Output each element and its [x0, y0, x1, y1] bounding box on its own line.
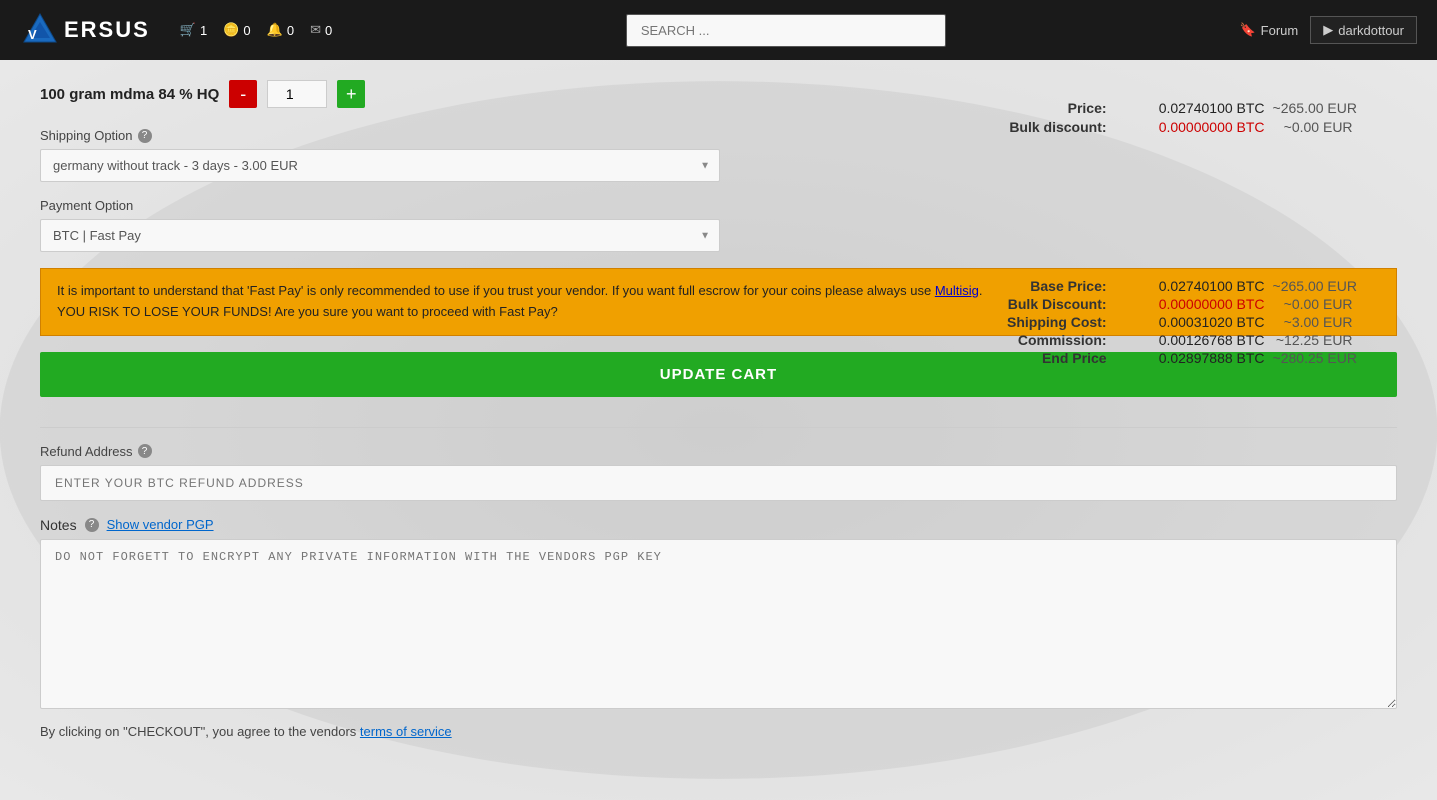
shipping-select-wrapper: germany without track - 3 days - 3.00 EU… [40, 149, 720, 182]
end-price-label: End Price [977, 350, 1107, 366]
main-content: 100 gram mdma 84 % HQ - + Price: 0.02740… [0, 60, 1437, 800]
header-right: 🔖 Forum ▶ darkdottour [1239, 16, 1417, 44]
end-price-eur: ~280.25 EUR [1273, 350, 1357, 366]
multisig-link[interactable]: Multisig [935, 283, 979, 298]
show-vendor-pgp-link[interactable]: Show vendor PGP [107, 517, 214, 532]
header-nav: 🛒 1 🪙 0 🔔 0 ✉ 0 [180, 22, 332, 38]
terms-of-service-link[interactable]: terms of service [360, 724, 452, 739]
bell-icon: 🔔 [267, 22, 283, 38]
quantity-minus-button[interactable]: - [229, 80, 257, 108]
notifications-nav[interactable]: 🔔 0 [267, 22, 294, 38]
quantity-input-wrap [267, 80, 327, 108]
forum-label: Forum [1261, 23, 1299, 38]
product-name: 100 gram mdma 84 % HQ [40, 86, 219, 103]
payment-select[interactable]: BTC | Fast Pay [40, 219, 720, 252]
search-input[interactable] [626, 14, 946, 47]
header-search [352, 14, 1219, 47]
base-price-btc: 0.02740100 BTC [1115, 278, 1265, 294]
base-price-row: Base Price: 0.02740100 BTC ~265.00 EUR [977, 278, 1357, 294]
refund-label-text: Refund Address [40, 444, 133, 459]
bottom-note: By clicking on "CHECKOUT", you agree to … [40, 724, 1397, 739]
logo-icon: V [20, 10, 60, 50]
summary-bulk-discount-row: Bulk Discount: 0.00000000 BTC ~0.00 EUR [977, 296, 1357, 312]
form-section: Shipping Option ? germany without track … [40, 128, 1397, 739]
svg-text:V: V [28, 27, 37, 42]
cart-count: 1 [200, 23, 207, 38]
notes-textarea[interactable] [40, 539, 1397, 709]
coins-nav[interactable]: 🪙 0 [223, 22, 250, 38]
payment-select-wrapper: BTC | Fast Pay [40, 219, 720, 252]
shipping-cost-eur: ~3.00 EUR [1273, 314, 1353, 330]
notes-label-text: Notes [40, 517, 77, 533]
base-price-label: Base Price: [977, 278, 1107, 294]
cart-icon: 🛒 [180, 22, 196, 38]
summary-bulk-discount-btc: 0.00000000 BTC [1115, 296, 1265, 312]
cart-nav[interactable]: 🛒 1 [180, 22, 207, 38]
notes-section: Notes ? Show vendor PGP [40, 517, 1397, 712]
commission-row: Commission: 0.00126768 BTC ~12.25 EUR [977, 332, 1357, 348]
coins-count: 0 [243, 23, 250, 38]
messages-nav[interactable]: ✉ 0 [310, 22, 332, 38]
forum-button[interactable]: 🔖 Forum [1239, 22, 1298, 38]
shipping-cost-btc: 0.00031020 BTC [1115, 314, 1265, 330]
coins-icon: 🪙 [223, 22, 239, 38]
price-summary: Base Price: 0.02740100 BTC ~265.00 EUR B… [977, 278, 1357, 368]
logo[interactable]: V ERSUS [20, 10, 150, 50]
price-btc: 0.02740100 BTC [1115, 100, 1265, 116]
shipping-cost-label: Shipping Cost: [977, 314, 1107, 330]
notes-help-icon[interactable]: ? [85, 518, 99, 532]
commission-label: Commission: [977, 332, 1107, 348]
refund-address-input[interactable] [40, 465, 1397, 501]
shipping-select[interactable]: germany without track - 3 days - 3.00 EU… [40, 149, 720, 182]
summary-bulk-discount-label: Bulk Discount: [977, 296, 1107, 312]
warning-text-1: It is important to understand that 'Fast… [57, 283, 935, 298]
shipping-help-icon[interactable]: ? [138, 129, 152, 143]
product-row: 100 gram mdma 84 % HQ - + Price: 0.02740… [40, 80, 1397, 108]
logo-text: ERSUS [64, 17, 150, 43]
quantity-plus-button[interactable]: + [337, 80, 365, 108]
notes-label-row: Notes ? Show vendor PGP [40, 517, 1397, 533]
quantity-input[interactable] [267, 80, 327, 108]
end-price-btc: 0.02897888 BTC [1115, 350, 1265, 366]
user-button[interactable]: ▶ darkdottour [1310, 16, 1417, 44]
footer-text: By clicking on "CHECKOUT", you agree to … [40, 724, 360, 739]
bookmark-icon: 🔖 [1239, 22, 1255, 38]
shipping-label-text: Shipping Option [40, 128, 133, 143]
refund-label: Refund Address ? [40, 444, 1397, 459]
header: V ERSUS 🛒 1 🪙 0 🔔 0 ✉ 0 🔖 Forum ▶ [0, 0, 1437, 60]
messages-count: 0 [325, 23, 332, 38]
notifications-count: 0 [287, 23, 294, 38]
shipping-cost-row: Shipping Cost: 0.00031020 BTC ~3.00 EUR [977, 314, 1357, 330]
refund-help-icon[interactable]: ? [138, 444, 152, 458]
payment-label-text: Payment Option [40, 198, 133, 213]
warning-text-3: YOU RISK TO LOSE YOUR FUNDS! Are you sur… [57, 304, 558, 319]
chevron-right-icon: ▶ [1323, 22, 1333, 38]
divider [40, 427, 1397, 428]
price-row: Price: 0.02740100 BTC ~265.00 EUR [997, 100, 1357, 116]
mail-icon: ✉ [310, 22, 321, 38]
shipping-label: Shipping Option ? [40, 128, 1397, 143]
base-price-eur: ~265.00 EUR [1273, 278, 1357, 294]
commission-btc: 0.00126768 BTC [1115, 332, 1265, 348]
price-eur: ~265.00 EUR [1273, 100, 1357, 116]
refund-section: Refund Address ? [40, 444, 1397, 501]
summary-bulk-discount-eur: ~0.00 EUR [1273, 296, 1353, 312]
commission-eur: ~12.25 EUR [1273, 332, 1353, 348]
username-label: darkdottour [1338, 23, 1404, 38]
payment-label: Payment Option [40, 198, 1397, 213]
price-label: Price: [997, 100, 1107, 116]
end-price-row: End Price 0.02897888 BTC ~280.25 EUR [977, 350, 1357, 366]
